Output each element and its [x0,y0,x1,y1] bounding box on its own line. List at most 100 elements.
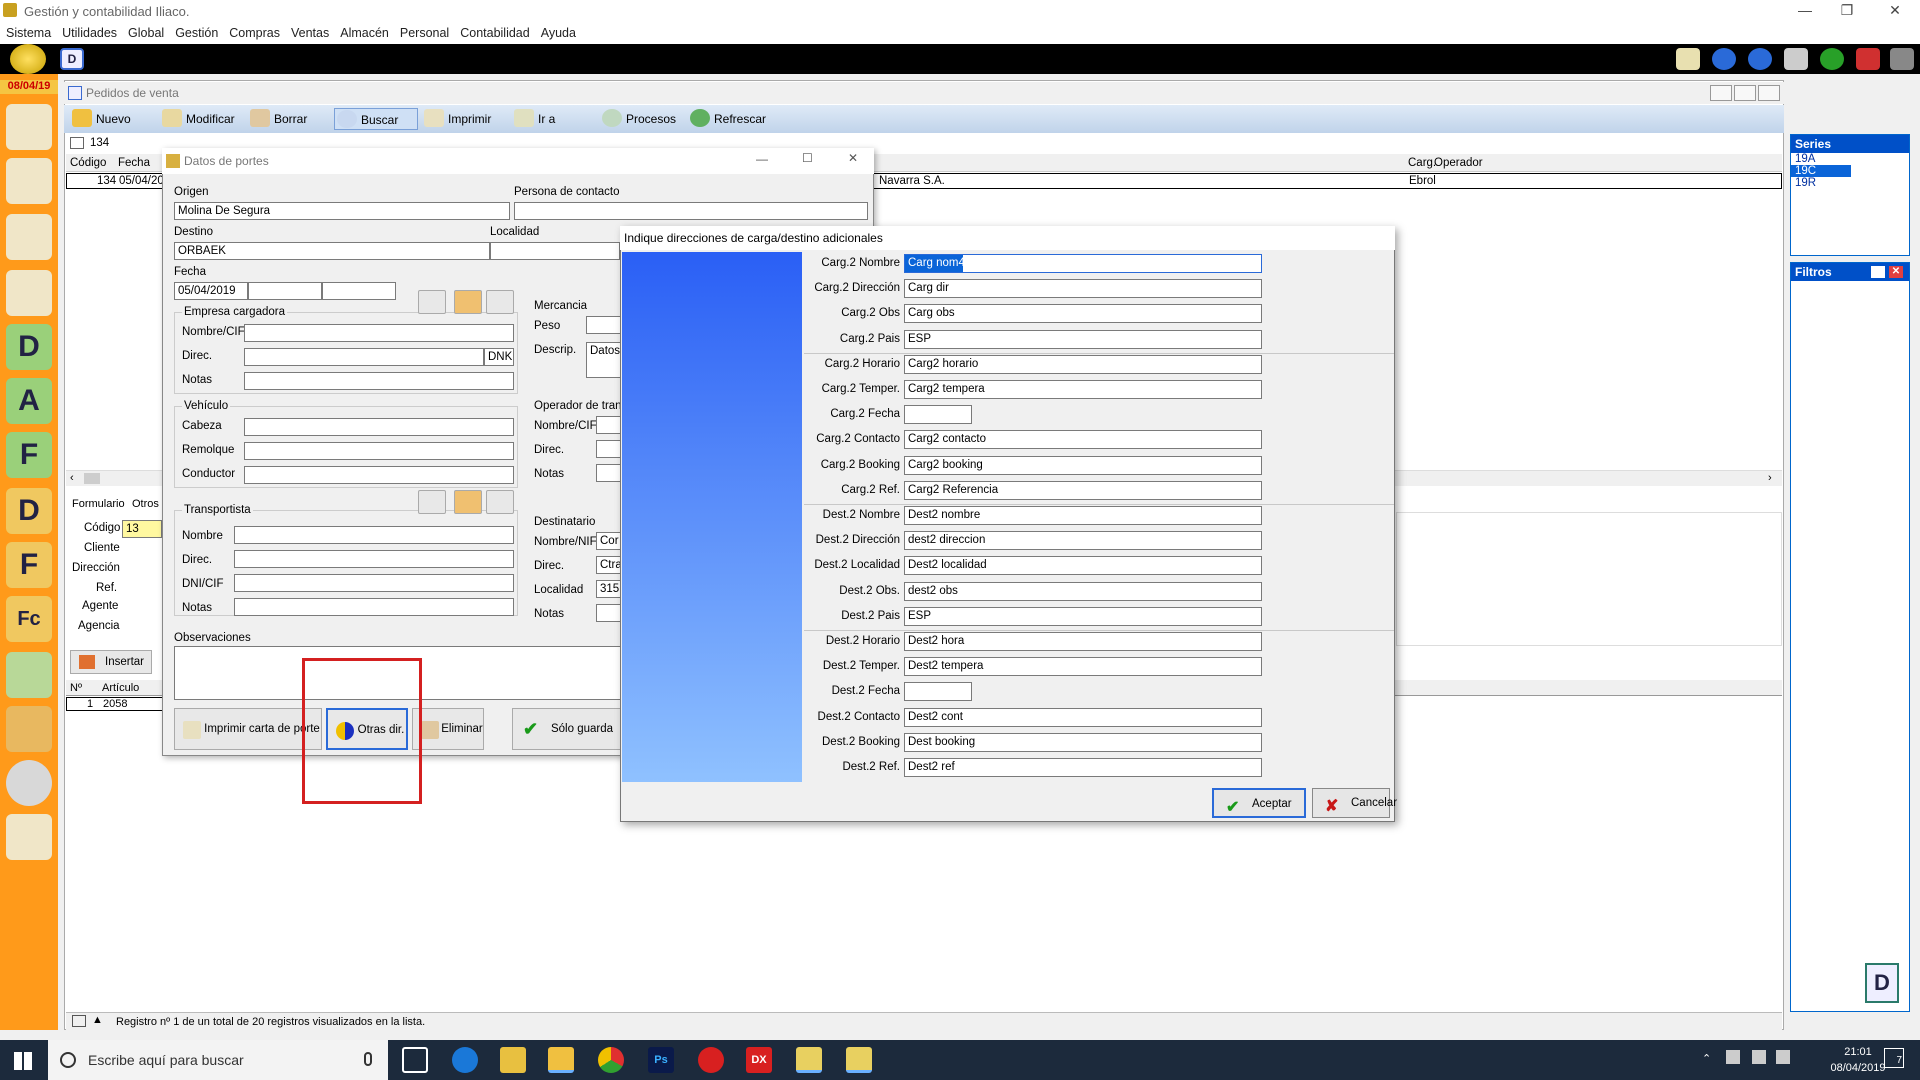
dir-field-11[interactable]: dest2 direccion [904,531,1262,551]
dir-field-20[interactable]: Dest2 ref [904,758,1262,777]
tray-display-icon[interactable] [1752,1050,1766,1064]
taskbar-clock[interactable]: 21:01 08/04/2019 [1828,1044,1888,1076]
dir-field-7[interactable]: Carg2 contacto [904,430,1262,450]
document-d-corner-icon[interactable]: D [1865,963,1899,1003]
localidad-field[interactable] [490,242,620,260]
portes-close-button[interactable]: ✕ [848,151,858,165]
restore-button[interactable]: ❐ [1832,2,1862,20]
pedidos-restore-button[interactable] [1734,85,1756,101]
dir-field-15[interactable]: Dest2 hora [904,632,1262,651]
letter-fc-icon[interactable]: Fc [6,596,52,642]
dir-field-8[interactable]: Carg2 booking [904,455,1262,475]
menu-utilidades[interactable]: Utilidades [56,22,122,40]
cancelar-button[interactable]: ✘ Cancelar [1312,788,1397,818]
photoshop-icon[interactable]: Ps [648,1047,674,1073]
close-button[interactable]: ✕ [1880,2,1910,20]
letter-f-icon[interactable]: F [6,432,52,478]
disc-icon[interactable] [6,760,52,806]
dir-field-12[interactable]: Dest2 localidad [904,556,1262,576]
envelope-icon[interactable] [6,814,52,860]
dir-field-3[interactable]: ESP [904,329,1262,349]
dir-field-18[interactable]: Dest2 cont [904,707,1262,727]
menu-compras[interactable]: Compras [223,22,285,40]
pedidos-close-button[interactable] [1758,85,1780,101]
transp-clear-icon[interactable] [486,490,514,514]
destinatario-notas-field[interactable] [596,604,622,622]
series-item-19a[interactable]: 19A [1791,153,1909,165]
origen-field[interactable]: Molina De Segura [174,202,510,220]
menu-contabilidad[interactable]: Contabilidad [454,22,535,40]
col-articulo[interactable]: Artículo [102,682,139,694]
scroll-left-icon[interactable]: ‹ [70,472,74,484]
col-codigo[interactable]: Código [70,157,106,169]
app-red-icon[interactable] [698,1047,724,1073]
users-icon[interactable] [6,104,52,150]
dir-field-10[interactable]: Dest2 nombre [904,506,1262,525]
tray-chevron-icon[interactable]: ⌃ [1702,1052,1711,1065]
dir-field-5[interactable]: Carg2 tempera [904,380,1262,399]
operador-notas-field[interactable] [596,464,622,482]
status-up-icon[interactable]: ▲ [92,1014,103,1026]
user-a-icon[interactable] [6,270,52,316]
dir-field-13[interactable]: dest2 obs [904,581,1262,601]
letter-d2-icon[interactable]: D [6,488,52,534]
aceptar-button[interactable]: ✔ Aceptar [1212,788,1306,818]
status-grid-icon[interactable] [72,1015,86,1027]
transp-direc-field[interactable] [234,550,514,568]
peso-field[interactable] [586,316,622,334]
portes-minimize-button[interactable]: — [756,152,768,166]
menu-personal[interactable]: Personal [394,22,454,40]
user-icon[interactable] [6,158,52,204]
scroll-thumb[interactable] [84,473,100,484]
user-r-icon[interactable] [6,214,52,260]
fecha-field[interactable]: 05/04/2019 [174,282,248,300]
refrescar-button[interactable]: Refrescar [688,108,766,130]
document-d-icon[interactable]: D [60,48,84,70]
dir-field-0[interactable]: Carg nom4 [904,254,1262,273]
col-carg[interactable]: Carg. [1408,157,1436,169]
ir-a-button[interactable]: Ir a [512,108,555,130]
mail-icon[interactable] [1676,48,1700,70]
dir-field-6[interactable] [904,405,972,425]
transp-notas-field[interactable] [234,598,514,616]
portes-maximize-button[interactable]: ☐ [802,151,813,165]
series-item-19c[interactable]: 19C [1791,165,1851,177]
dir-field-1[interactable]: Carg dir [904,279,1262,299]
home-icon[interactable] [10,44,46,74]
transp-dni-field[interactable] [234,574,514,592]
transp-book-icon[interactable] [454,490,482,514]
chrome-icon[interactable] [598,1047,624,1073]
tray-volume-icon[interactable] [1776,1050,1790,1064]
series-item-19r[interactable]: 19R [1791,177,1909,189]
dir-field-14[interactable]: ESP [904,606,1262,626]
edge-icon[interactable] [452,1047,478,1073]
dir-field-4[interactable]: Carg2 horario [904,354,1262,374]
empresa-people-icon[interactable] [418,290,446,314]
dir-field-17[interactable] [904,682,972,702]
nuevo-button[interactable]: Nuevo [70,108,131,130]
insertar-button[interactable]: Insertar [70,650,152,674]
letter-f2-icon[interactable]: F [6,542,52,588]
microphone-icon[interactable] [364,1052,372,1066]
tab-formulario[interactable]: Formulario [72,498,125,510]
menu-gestion[interactable]: Gestión [169,22,223,40]
dir-field-9[interactable]: Carg2 Referencia [904,480,1262,500]
notification-icon[interactable]: 7 [1884,1048,1904,1068]
cabeza-field[interactable] [244,418,514,436]
filter-close-icon[interactable]: ✕ [1889,266,1903,278]
destinatario-localidad-field[interactable]: 315 [596,580,622,598]
remolque-field[interactable] [244,442,514,460]
menu-ayuda[interactable]: Ayuda [535,22,581,40]
iliaco-icon[interactable] [796,1047,822,1073]
empresa-notas-field[interactable] [244,372,514,390]
empresa-pais-field[interactable]: DNK [484,348,514,366]
iliaco-2-icon[interactable] [846,1047,872,1073]
borrar-button[interactable]: Borrar [248,108,307,130]
dx-icon[interactable]: DX [746,1047,772,1073]
pedidos-minimize-button[interactable] [1710,85,1732,101]
fecha-field-3[interactable] [322,282,396,300]
procesos-button[interactable]: Procesos [600,108,676,130]
col-n[interactable]: Nº [70,682,82,694]
back-arrow-icon[interactable] [1712,48,1736,70]
empresa-clear-icon[interactable] [486,290,514,314]
